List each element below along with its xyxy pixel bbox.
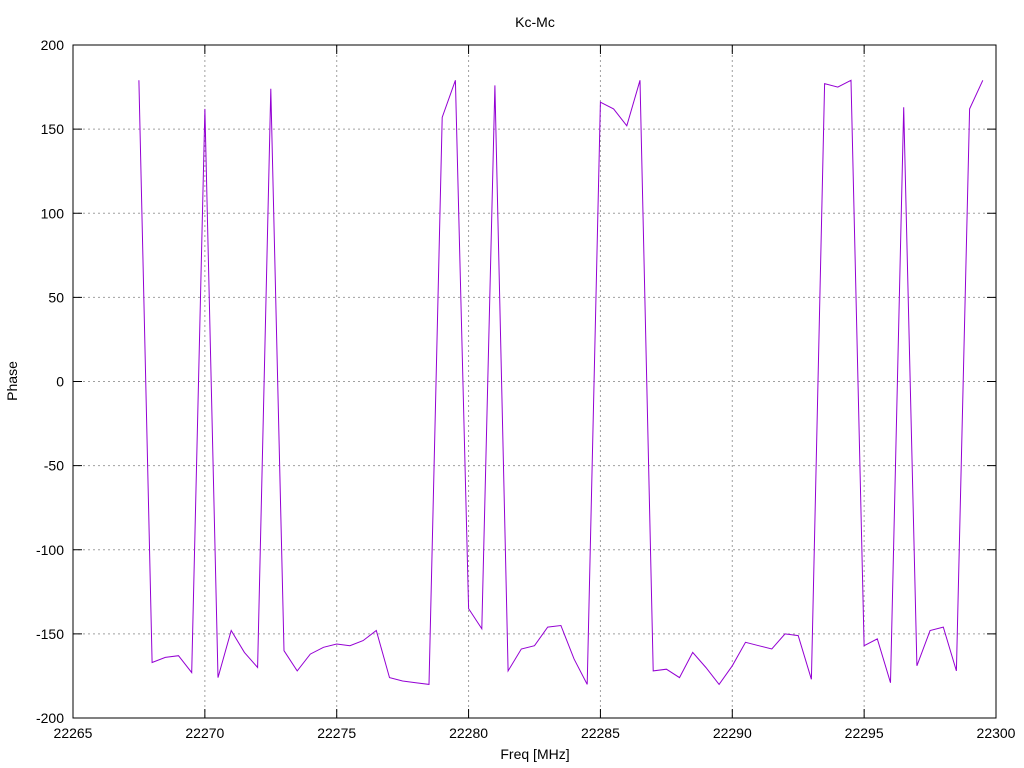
x-tick-label: 22275 xyxy=(317,725,356,741)
x-tick-label: 22270 xyxy=(185,725,224,741)
y-tick-label: 200 xyxy=(41,37,65,53)
phase-chart: -200 -150 -100 -50 0 50 100 150 200 22265 22270 22… xyxy=(0,0,1024,768)
y-axis-label: Phase xyxy=(4,361,20,401)
chart-title: Kc-Mc xyxy=(515,14,555,30)
x-tick-label: 22290 xyxy=(713,725,752,741)
y-tick-label: 150 xyxy=(41,121,65,137)
y-tick-label: -100 xyxy=(36,542,64,558)
x-tick-label: 22285 xyxy=(581,725,620,741)
y-tick-label: -200 xyxy=(36,710,64,726)
x-tick-label: 22265 xyxy=(54,725,93,741)
x-tick-label: 22295 xyxy=(845,725,884,741)
y-tick-label: 0 xyxy=(56,374,64,390)
chart-background xyxy=(0,0,1024,768)
x-axis-label: Freq [MHz] xyxy=(500,746,569,762)
y-tick-label: -50 xyxy=(44,458,64,474)
y-tick-label: 100 xyxy=(41,205,65,221)
x-tick-label: 22280 xyxy=(449,725,488,741)
x-tick-label: 22300 xyxy=(977,725,1016,741)
y-tick-label: -150 xyxy=(36,626,64,642)
y-tick-label: 50 xyxy=(48,289,64,305)
